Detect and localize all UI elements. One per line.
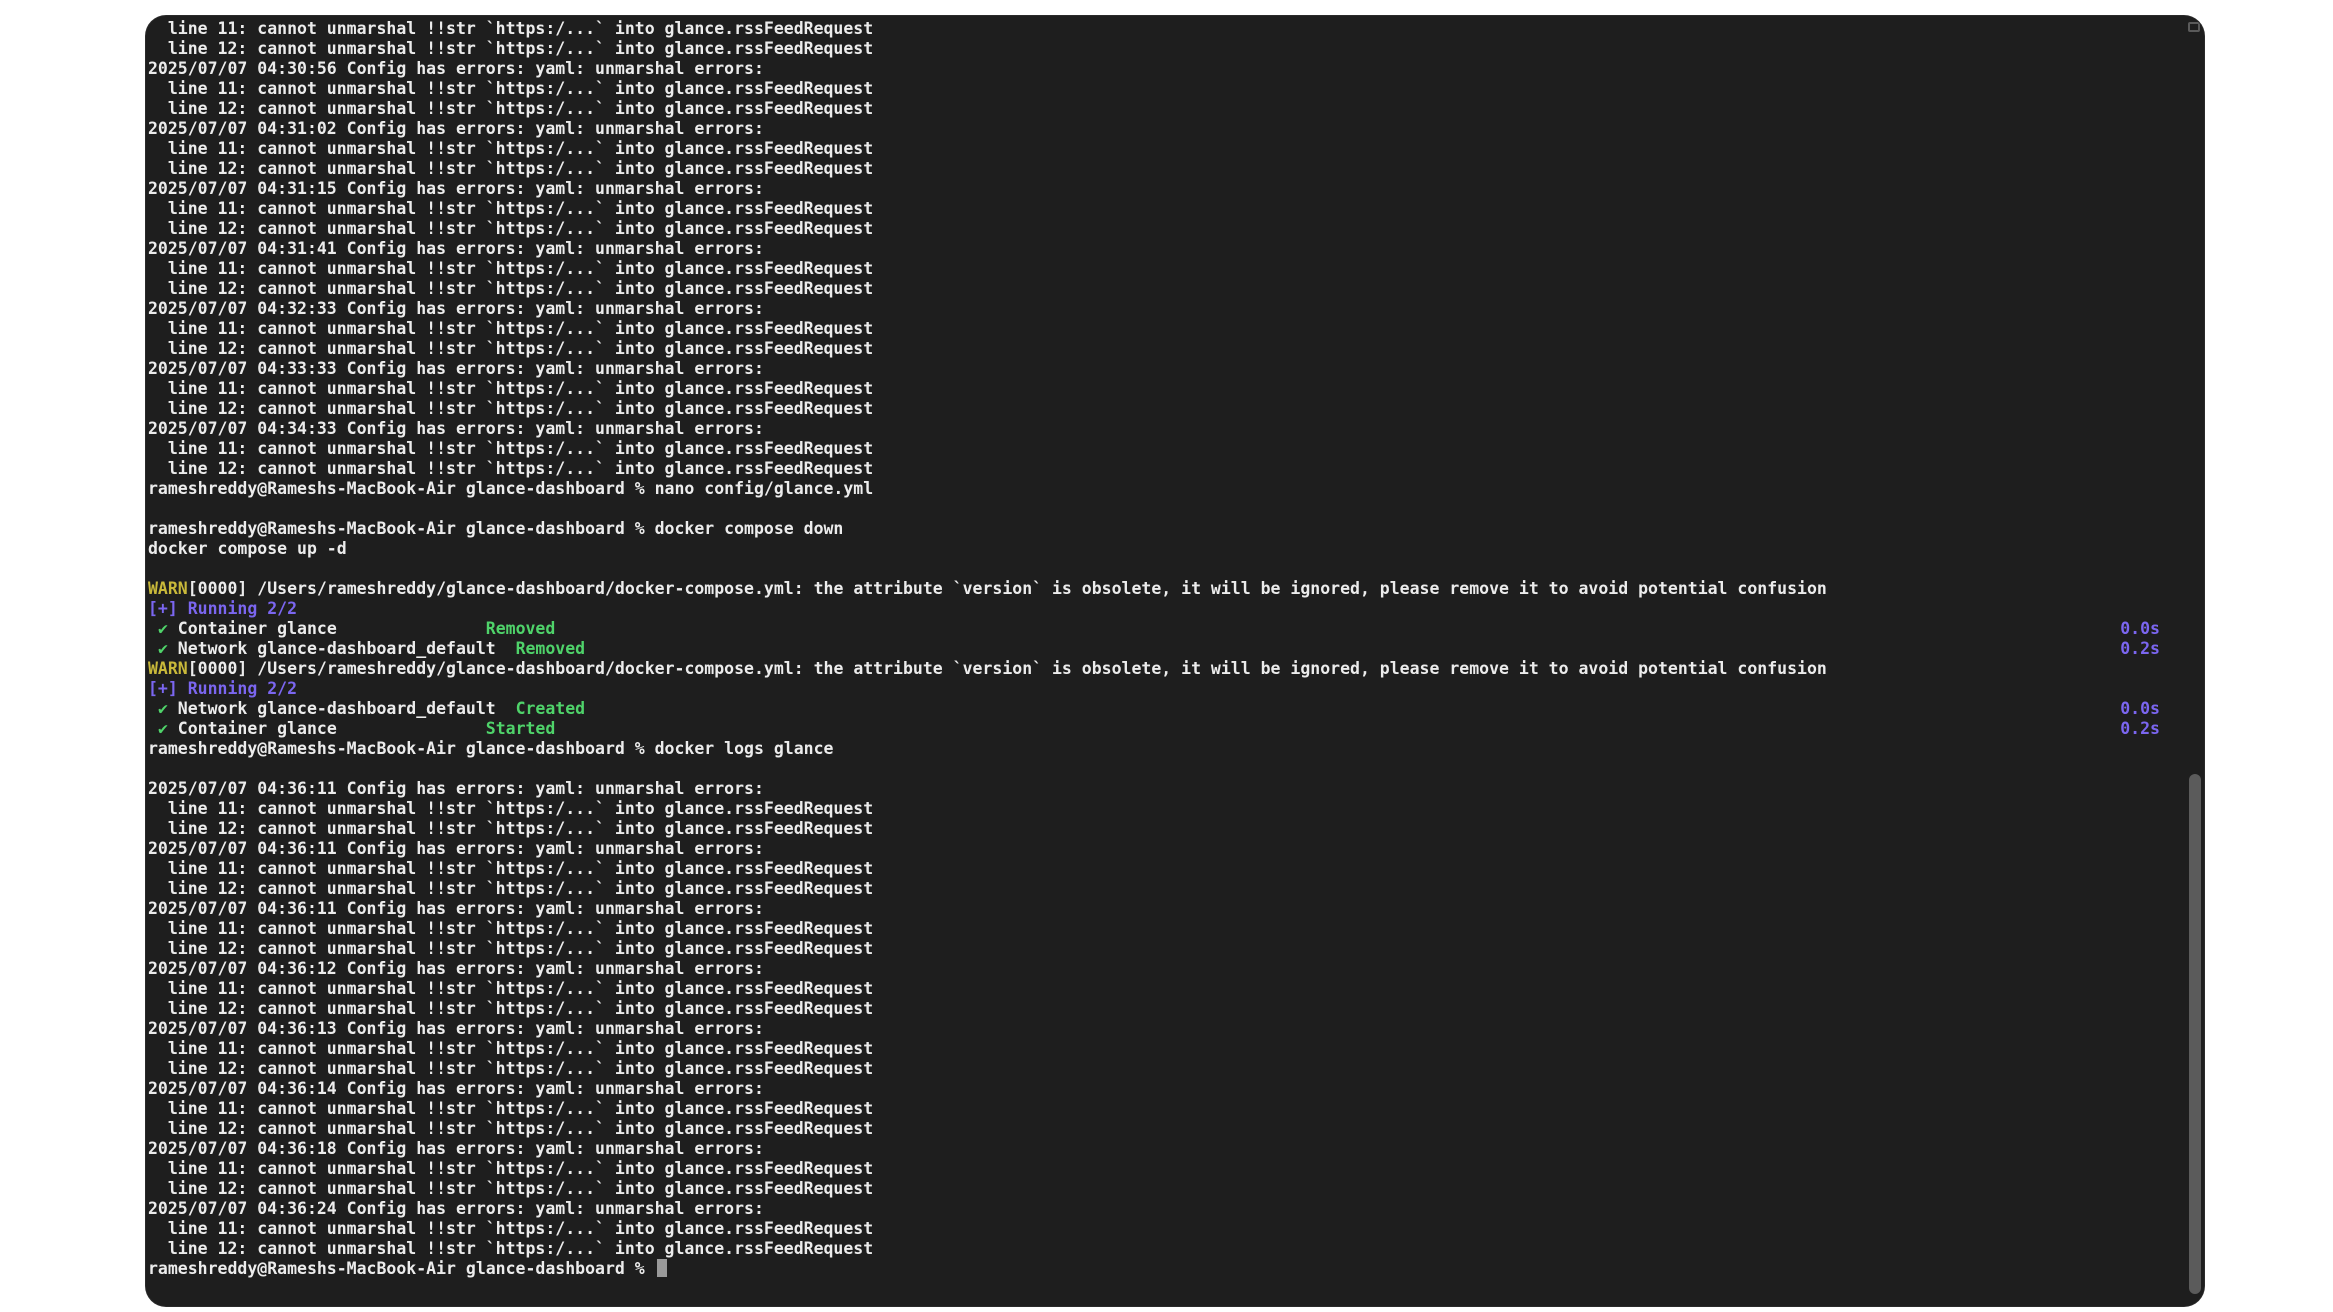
shell-prompt: rameshreddy@Rameshs-MacBook-Air glance-d… <box>148 1259 655 1278</box>
compose-step-line: ✔ Container glance Started 0.2s <box>148 719 2168 739</box>
warn-line: WARN[0000] /Users/rameshreddy/glance-das… <box>148 579 2168 599</box>
compose-step-time: 0.2s <box>2120 639 2160 658</box>
compose-step-status: Removed <box>485 619 556 638</box>
terminal-line: line 11: cannot unmarshal !!str `https:/… <box>148 379 874 398</box>
running-status-line: [+] Running 2/2 <box>148 679 2168 699</box>
terminal-line: rameshreddy@Rameshs-MacBook-Air glance-d… <box>148 479 874 498</box>
terminal-line: line 12: cannot unmarshal !!str `https:/… <box>148 99 874 118</box>
terminal-line: line 11: cannot unmarshal !!str `https:/… <box>148 799 874 818</box>
compose-step-status: Removed <box>515 639 586 658</box>
terminal-line: 2025/07/07 04:34:33 Config has errors: y… <box>148 419 764 438</box>
terminal-line: line 12: cannot unmarshal !!str `https:/… <box>148 219 874 238</box>
text-cursor <box>656 1259 667 1277</box>
compose-step-item: Container glance <box>167 719 486 738</box>
terminal-output[interactable]: line 11: cannot unmarshal !!str `https:/… <box>148 19 2168 1299</box>
terminal-line: line 12: cannot unmarshal !!str `https:/… <box>148 819 874 838</box>
terminal-line: 2025/07/07 04:36:24 Config has errors: y… <box>148 1199 764 1218</box>
terminal-line: line 12: cannot unmarshal !!str `https:/… <box>148 1059 874 1078</box>
terminal-line: 2025/07/07 04:31:02 Config has errors: y… <box>148 119 764 138</box>
compose-step-line: ✔ Network glance-dashboard_default Remov… <box>148 639 2168 659</box>
warn-line: WARN[0000] /Users/rameshreddy/glance-das… <box>148 659 2168 679</box>
terminal-line: line 12: cannot unmarshal !!str `https:/… <box>148 939 874 958</box>
terminal-line: line 11: cannot unmarshal !!str `https:/… <box>148 439 874 458</box>
terminal-line: line 12: cannot unmarshal !!str `https:/… <box>148 459 874 478</box>
scrollbar-track[interactable] <box>2184 16 2204 1306</box>
compose-step-line: ✔ Network glance-dashboard_default Creat… <box>148 699 2168 719</box>
running-label: [+] Running 2/2 <box>148 599 298 618</box>
scrollbar-thumb[interactable] <box>2189 774 2201 1294</box>
terminal-line: 2025/07/07 04:30:56 Config has errors: y… <box>148 59 764 78</box>
compose-step-status: Created <box>515 699 586 718</box>
warn-label: WARN <box>148 579 188 598</box>
terminal-line: line 12: cannot unmarshal !!str `https:/… <box>148 1119 874 1138</box>
check-icon: ✔ <box>157 699 168 718</box>
terminal-line: 2025/07/07 04:31:15 Config has errors: y… <box>148 179 764 198</box>
running-status-line: [+] Running 2/2 <box>148 599 2168 619</box>
terminal-line: line 11: cannot unmarshal !!str `https:/… <box>148 259 874 278</box>
terminal-line: 2025/07/07 04:31:41 Config has errors: y… <box>148 239 764 258</box>
warn-label: WARN <box>148 659 188 678</box>
compose-step-item: Network glance-dashboard_default <box>167 639 516 658</box>
terminal-line: 2025/07/07 04:36:13 Config has errors: y… <box>148 1019 764 1038</box>
compose-step-time: 0.0s <box>2120 619 2160 638</box>
terminal-line: line 12: cannot unmarshal !!str `https:/… <box>148 159 874 178</box>
terminal-line: line 11: cannot unmarshal !!str `https:/… <box>148 1039 874 1058</box>
terminal-line: rameshreddy@Rameshs-MacBook-Air glance-d… <box>148 739 834 758</box>
compose-step-line: ✔ Container glance Removed 0.0s <box>148 619 2168 639</box>
terminal-line: line 11: cannot unmarshal !!str `https:/… <box>148 979 874 998</box>
terminal-line: 2025/07/07 04:36:11 Config has errors: y… <box>148 779 764 798</box>
terminal-line: line 11: cannot unmarshal !!str `https:/… <box>148 1099 874 1118</box>
compose-step-item: Container glance <box>167 619 486 638</box>
terminal-window[interactable]: line 11: cannot unmarshal !!str `https:/… <box>146 16 2204 1306</box>
terminal-line: line 11: cannot unmarshal !!str `https:/… <box>148 1159 874 1178</box>
check-icon: ✔ <box>157 619 168 638</box>
terminal-line: line 12: cannot unmarshal !!str `https:/… <box>148 879 874 898</box>
terminal-line: 2025/07/07 04:33:33 Config has errors: y… <box>148 359 764 378</box>
terminal-line: line 12: cannot unmarshal !!str `https:/… <box>148 279 874 298</box>
terminal-line: line 11: cannot unmarshal !!str `https:/… <box>148 319 874 338</box>
terminal-line: line 11: cannot unmarshal !!str `https:/… <box>148 199 874 218</box>
compose-step-time: 0.0s <box>2120 699 2160 718</box>
terminal-line: 2025/07/07 04:36:11 Config has errors: y… <box>148 899 764 918</box>
terminal-line: line 12: cannot unmarshal !!str `https:/… <box>148 339 874 358</box>
terminal-line: rameshreddy@Rameshs-MacBook-Air glance-d… <box>148 519 844 538</box>
warn-message: [0000] /Users/rameshreddy/glance-dashboa… <box>187 579 1827 598</box>
running-label: [+] Running 2/2 <box>148 679 298 698</box>
terminal-line: line 12: cannot unmarshal !!str `https:/… <box>148 39 874 58</box>
warn-message: [0000] /Users/rameshreddy/glance-dashboa… <box>187 659 1827 678</box>
terminal-line: 2025/07/07 04:36:18 Config has errors: y… <box>148 1139 764 1158</box>
terminal-line: 2025/07/07 04:32:33 Config has errors: y… <box>148 299 764 318</box>
prompt-line: rameshreddy@Rameshs-MacBook-Air glance-d… <box>148 1259 2168 1279</box>
terminal-line: line 12: cannot unmarshal !!str `https:/… <box>148 999 874 1018</box>
terminal-line: line 12: cannot unmarshal !!str `https:/… <box>148 1179 874 1198</box>
terminal-line: line 12: cannot unmarshal !!str `https:/… <box>148 399 874 418</box>
split-pane-icon[interactable] <box>2188 22 2200 32</box>
check-icon: ✔ <box>157 639 168 658</box>
terminal-line: 2025/07/07 04:36:14 Config has errors: y… <box>148 1079 764 1098</box>
compose-step-time: 0.2s <box>2120 719 2160 738</box>
terminal-line: line 11: cannot unmarshal !!str `https:/… <box>148 1219 874 1238</box>
compose-step-status: Started <box>485 719 556 738</box>
terminal-line: line 12: cannot unmarshal !!str `https:/… <box>148 1239 874 1258</box>
terminal-line: line 11: cannot unmarshal !!str `https:/… <box>148 859 874 878</box>
terminal-line: line 11: cannot unmarshal !!str `https:/… <box>148 19 874 38</box>
terminal-line: line 11: cannot unmarshal !!str `https:/… <box>148 139 874 158</box>
terminal-line: 2025/07/07 04:36:11 Config has errors: y… <box>148 839 764 858</box>
terminal-line: docker compose up -d <box>148 539 347 558</box>
terminal-line: 2025/07/07 04:36:12 Config has errors: y… <box>148 959 764 978</box>
check-icon: ✔ <box>157 719 168 738</box>
terminal-line: line 11: cannot unmarshal !!str `https:/… <box>148 919 874 938</box>
terminal-line: line 11: cannot unmarshal !!str `https:/… <box>148 79 874 98</box>
compose-step-item: Network glance-dashboard_default <box>167 699 516 718</box>
